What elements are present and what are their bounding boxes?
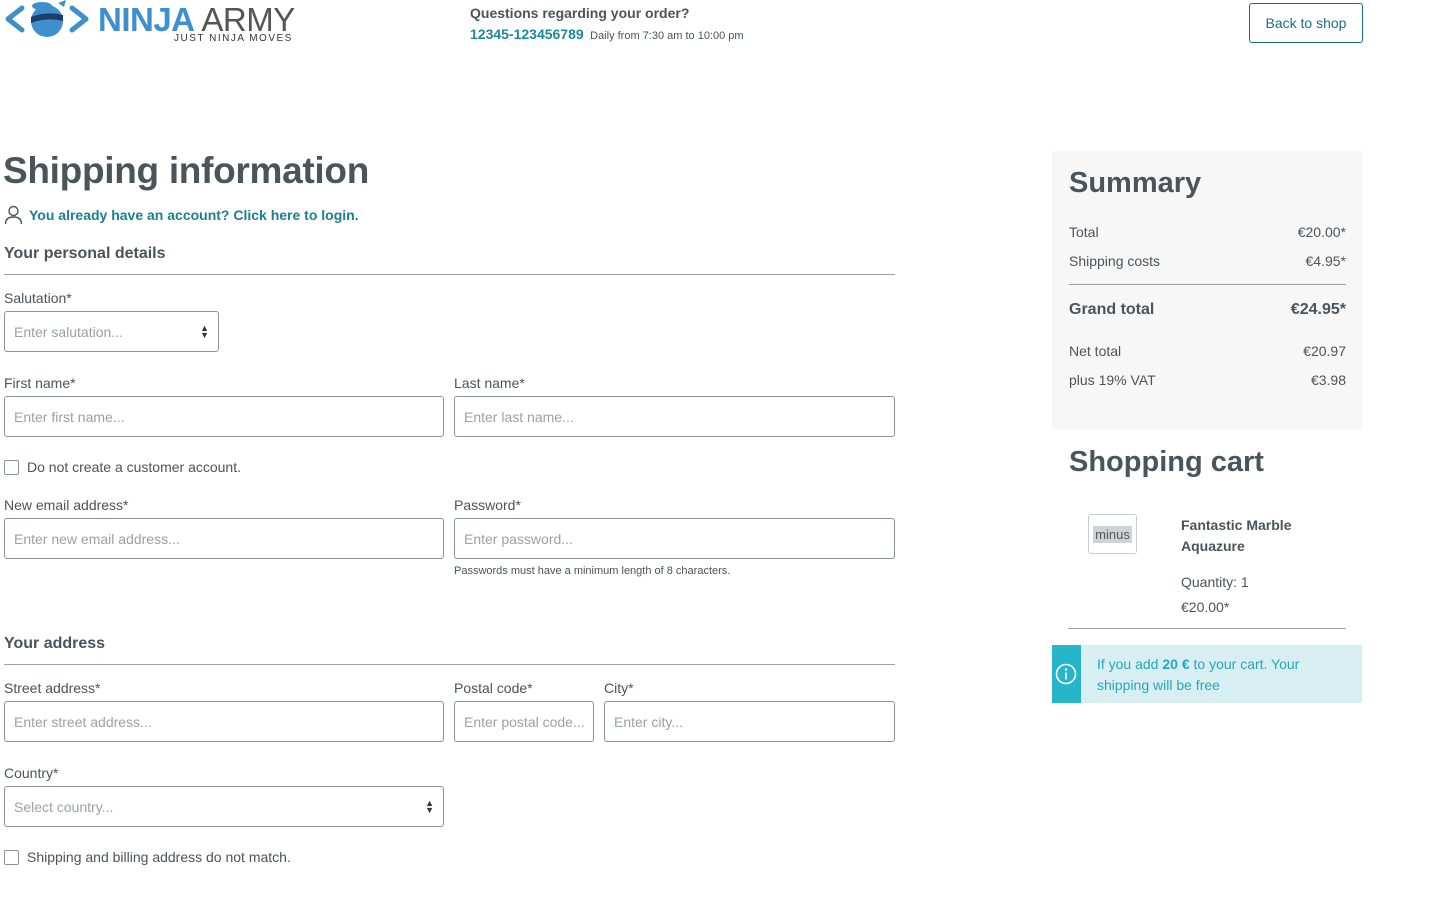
vat-label: plus 19% VAT xyxy=(1069,372,1156,388)
page-title: Shipping information xyxy=(3,150,370,191)
net-total-label: Net total xyxy=(1069,343,1122,359)
different-billing-label[interactable]: Shipping and billing address do not matc… xyxy=(27,849,291,865)
select-arrows-icon: ▲ ▼ xyxy=(200,322,209,340)
salutation-select[interactable]: Enter salutation... ▲ ▼ xyxy=(4,311,219,352)
no-account-checkbox[interactable] xyxy=(4,459,19,475)
total-label: Total xyxy=(1069,224,1099,240)
first-name-input[interactable] xyxy=(4,396,444,437)
summary-net-row: Net total €20.97 xyxy=(1069,343,1346,359)
email-input[interactable] xyxy=(4,518,444,559)
contact-hours: Daily from 7:30 am to 10:00 pm xyxy=(590,30,744,42)
total-value: €20.00* xyxy=(1297,224,1346,240)
summary-total-row: Total €20.00* xyxy=(1069,224,1346,240)
country-value: Select country... xyxy=(14,798,114,815)
different-billing-option: Shipping and billing address do not matc… xyxy=(4,849,291,865)
country-label: Country* xyxy=(4,765,59,781)
free-shipping-text: If you add 20 € to your cart. Your shipp… xyxy=(1081,645,1362,703)
back-to-shop-button[interactable]: Back to shop xyxy=(1249,3,1363,43)
login-link-text[interactable]: You already have an account? Click here … xyxy=(29,207,359,223)
postal-code-input[interactable] xyxy=(454,701,594,742)
first-name-label: First name* xyxy=(4,375,76,391)
user-icon xyxy=(4,205,23,225)
contact-line: 12345-123456789 Daily from 7:30 am to 10… xyxy=(470,26,744,45)
cart-divider xyxy=(1068,628,1346,629)
email-label: New email address* xyxy=(4,497,129,513)
salutation-label: Salutation* xyxy=(4,290,72,306)
shipping-value: €4.95* xyxy=(1305,253,1346,269)
different-billing-checkbox[interactable] xyxy=(4,849,19,865)
cart-item-price: €20.00* xyxy=(1181,599,1230,615)
grand-total-label: Grand total xyxy=(1069,301,1155,318)
no-account-label[interactable]: Do not create a customer account. xyxy=(27,459,241,475)
country-select[interactable]: Select country... ▲ ▼ xyxy=(4,786,444,827)
personal-details-title: Your personal details xyxy=(4,245,166,262)
free-shipping-alert: If you add 20 € to your cart. Your shipp… xyxy=(1052,645,1362,703)
net-total-value: €20.97 xyxy=(1303,343,1346,359)
vat-value: €3.98 xyxy=(1310,372,1346,388)
cart-item-thumbnail-text: minus xyxy=(1093,525,1132,543)
street-label: Street address* xyxy=(4,680,101,696)
personal-divider xyxy=(4,274,895,275)
password-label: Password* xyxy=(454,497,521,513)
address-divider xyxy=(4,664,895,665)
shopping-cart-title: Shopping cart xyxy=(1069,446,1264,478)
password-input[interactable] xyxy=(454,518,895,559)
logo[interactable]: NINJA ARMY JUST NINJA MOVES xyxy=(2,0,307,48)
info-prefix: If you add xyxy=(1096,656,1163,672)
info-icon-container xyxy=(1052,645,1081,703)
login-link[interactable]: You already have an account? Click here … xyxy=(4,205,359,225)
summary-divider xyxy=(1069,284,1346,285)
shipping-label: Shipping costs xyxy=(1069,253,1161,269)
info-icon xyxy=(1056,663,1077,685)
brand-tagline: JUST NINJA MOVES xyxy=(174,33,293,44)
cart-item-name[interactable]: Fantastic Marble Aquazure xyxy=(1181,515,1331,557)
summary-shipping-row: Shipping costs €4.95* xyxy=(1069,253,1346,269)
postal-code-label: Postal code* xyxy=(454,680,533,696)
contact-phone[interactable]: 12345-123456789 xyxy=(470,26,584,42)
last-name-label: Last name* xyxy=(454,375,525,391)
summary-vat-row: plus 19% VAT €3.98 xyxy=(1069,372,1346,388)
salutation-value: Enter salutation... xyxy=(14,323,123,340)
cart-item-thumbnail[interactable]: minus xyxy=(1088,514,1137,554)
info-amount: 20 € xyxy=(1162,656,1190,672)
address-title: Your address xyxy=(4,635,106,652)
grand-total-value: €24.95* xyxy=(1290,301,1346,318)
city-label: City* xyxy=(604,680,634,696)
street-input[interactable] xyxy=(4,701,444,742)
last-name-input[interactable] xyxy=(454,396,895,437)
password-hint: Passwords must have a minimum length of … xyxy=(454,565,731,577)
select-arrows-icon: ▲ ▼ xyxy=(425,797,434,815)
summary-panel: Summary Total €20.00* Shipping costs €4.… xyxy=(1052,151,1362,430)
cart-item-quantity: Quantity: 1 xyxy=(1181,574,1249,590)
summary-grand-total-row: Grand total €24.95* xyxy=(1069,301,1346,319)
city-input[interactable] xyxy=(604,701,895,742)
no-account-option: Do not create a customer account. xyxy=(4,459,241,475)
contact-question: Questions regarding your order? xyxy=(470,5,690,21)
summary-title: Summary xyxy=(1069,167,1202,199)
contact-info: Questions regarding your order? 12345-12… xyxy=(470,5,744,45)
ninja-logo-icon xyxy=(5,0,89,37)
